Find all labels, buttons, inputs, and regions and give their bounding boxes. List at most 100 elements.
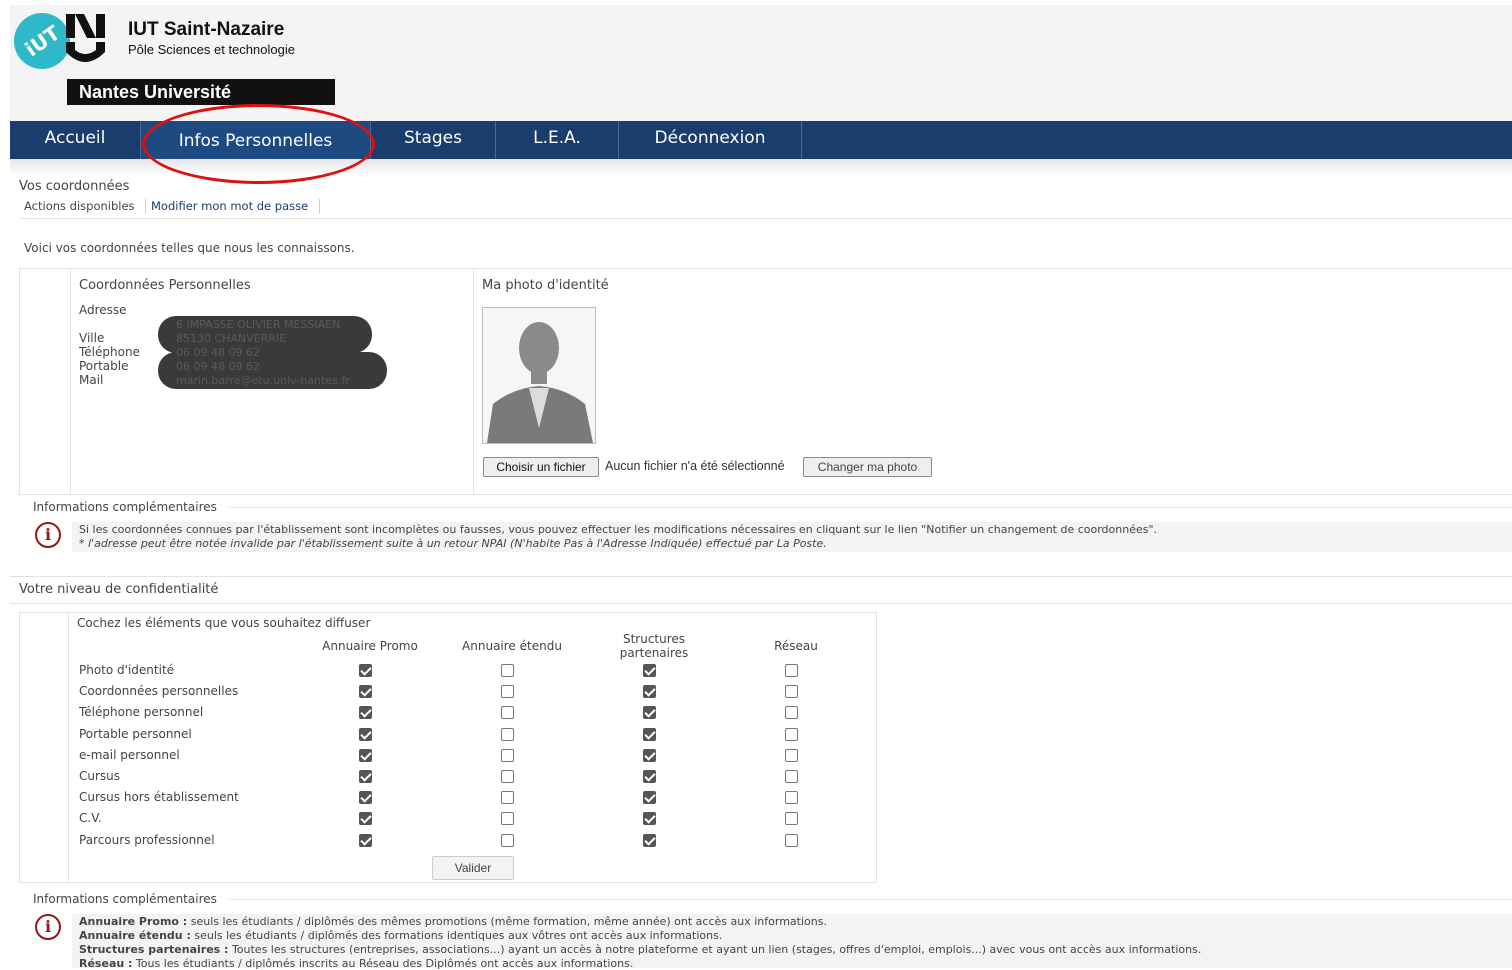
info-desc: Tous les étudiants / diplômés inscrits a… xyxy=(135,957,634,970)
info-icon: i xyxy=(35,914,61,940)
mail-value: marin.barre@etu.univ-nantes.fr xyxy=(176,374,350,387)
privacy-checkbox[interactable] xyxy=(643,706,656,720)
section-title-confidentialite: Votre niveau de confidentialité xyxy=(19,582,219,597)
validate-button[interactable]: Valider xyxy=(432,856,514,880)
privacy-checkbox[interactable] xyxy=(785,748,798,762)
city-value: 85130 CHANVERRIE xyxy=(176,332,287,345)
info-text-line2: * l'adresse peut être notée invalide par… xyxy=(79,537,827,550)
privacy-checkbox[interactable] xyxy=(643,833,656,847)
site-title: IUT Saint-Nazaire xyxy=(128,19,285,40)
actions-label: Actions disponibles xyxy=(24,199,135,213)
privacy-row-label: Téléphone personnel xyxy=(79,705,204,720)
privacy-row-label: Cursus xyxy=(79,769,121,783)
address-value: 6 IMPASSE OLIVIER MESSIAEN xyxy=(176,318,341,331)
privacy-checkbox[interactable] xyxy=(359,748,372,762)
label-portable: Portable xyxy=(79,359,129,373)
privacy-checkbox[interactable] xyxy=(785,791,798,805)
no-file-text: Aucun fichier n'a été sélectionné xyxy=(605,459,785,473)
privacy-checkbox[interactable] xyxy=(501,812,514,826)
privacy-checkbox[interactable] xyxy=(643,727,656,741)
divider xyxy=(19,268,1512,269)
privacy-checkbox[interactable] xyxy=(359,664,372,677)
nav-item-accueil[interactable]: Accueil xyxy=(10,121,141,159)
divider xyxy=(19,882,876,883)
privacy-checkbox[interactable] xyxy=(359,727,372,741)
privacy-checkbox[interactable] xyxy=(501,685,514,699)
divider xyxy=(19,268,20,494)
info-text-line1: Si les coordonnées connues par l'établis… xyxy=(79,523,1158,536)
choose-file-button[interactable]: Choisir un fichier xyxy=(483,457,599,477)
privacy-row-label: Parcours professionnel xyxy=(79,832,215,847)
privacy-checkbox[interactable] xyxy=(785,706,798,720)
change-password-link[interactable]: Modifier mon mot de passe xyxy=(151,199,308,213)
label-mail: Mail xyxy=(79,373,104,387)
privacy-checkbox[interactable] xyxy=(501,664,514,677)
privacy-row-label: e-mail personnel xyxy=(79,747,180,762)
highlight-circle xyxy=(142,104,375,184)
privacy-row-label: C.V. xyxy=(79,811,102,826)
info-icon: i xyxy=(35,522,61,548)
privacy-checkbox[interactable] xyxy=(785,812,798,826)
info-desc: seuls les étudiants / diplômés des mêmes… xyxy=(190,915,827,928)
nantes-logo-icon xyxy=(66,14,105,62)
privacy-checkbox[interactable] xyxy=(359,833,372,847)
info-item: Réseau : Tous les étudiants / diplômés i… xyxy=(79,957,633,970)
mobile-value: 06 09 48 09 62 xyxy=(176,360,260,373)
divider xyxy=(10,576,1512,577)
info-item: Annuaire Promo : seuls les étudiants / d… xyxy=(79,915,827,928)
university-badge: Nantes Université xyxy=(67,79,335,105)
privacy-checkbox[interactable] xyxy=(501,833,514,847)
divider xyxy=(229,507,1512,508)
privacy-checkbox[interactable] xyxy=(359,770,372,783)
privacy-checkbox[interactable] xyxy=(643,685,656,699)
privacy-instruction: Cochez les éléments que vous souhaitez d… xyxy=(77,616,371,630)
privacy-checkbox[interactable] xyxy=(643,770,656,783)
privacy-checkbox[interactable] xyxy=(501,706,514,720)
divider xyxy=(19,494,1512,495)
privacy-checkbox[interactable] xyxy=(643,664,656,677)
info-term: Annuaire étendu : xyxy=(79,929,191,942)
iut-logo-icon: iUT xyxy=(14,13,70,69)
info-item: Structures partenaires : Toutes les stru… xyxy=(79,943,1201,956)
personal-heading: Coordonnées Personnelles xyxy=(79,278,251,293)
privacy-checkbox[interactable] xyxy=(785,685,798,699)
privacy-row-label: Photo d'identité xyxy=(79,663,175,677)
info-desc: Toutes les structures (entreprises, asso… xyxy=(231,943,1202,956)
privacy-checkbox[interactable] xyxy=(643,748,656,762)
info-term: Réseau : xyxy=(79,957,133,970)
privacy-checkbox[interactable] xyxy=(785,727,798,741)
privacy-checkbox[interactable] xyxy=(501,748,514,762)
photo-heading: Ma photo d'identité xyxy=(482,278,609,293)
nav-item-deconnexion[interactable]: Déconnexion xyxy=(619,121,802,159)
privacy-checkbox[interactable] xyxy=(785,664,798,677)
column-header-structures-partenaires: Structures partenaires xyxy=(619,632,689,660)
privacy-checkbox[interactable] xyxy=(359,812,372,826)
privacy-checkbox[interactable] xyxy=(501,791,514,805)
divider xyxy=(19,218,1512,219)
privacy-checkbox[interactable] xyxy=(785,770,798,783)
section-title-coordonnees: Vos coordonnées xyxy=(19,179,130,194)
nav-item-lea[interactable]: L.E.A. xyxy=(496,121,619,159)
user-silhouette-icon xyxy=(487,322,593,443)
nav-item-stages[interactable]: Stages xyxy=(371,121,496,159)
divider xyxy=(319,199,320,214)
column-header-annuaire-promo: Annuaire Promo xyxy=(322,639,418,653)
info-term: Structures partenaires : xyxy=(79,943,229,956)
privacy-checkbox[interactable] xyxy=(359,706,372,720)
label-telephone: Téléphone xyxy=(79,345,140,359)
divider xyxy=(19,612,876,613)
column-header-reseau: Réseau xyxy=(774,639,818,653)
info-desc: seuls les étudiants / diplômés des forma… xyxy=(194,929,723,942)
privacy-checkbox[interactable] xyxy=(643,791,656,805)
privacy-checkbox[interactable] xyxy=(501,727,514,741)
divider xyxy=(10,603,1512,604)
privacy-checkbox[interactable] xyxy=(501,770,514,783)
change-photo-button[interactable]: Changer ma photo xyxy=(803,457,932,477)
privacy-checkbox[interactable] xyxy=(359,791,372,805)
id-photo xyxy=(482,307,596,444)
intro-text: Voici vos coordonnées telles que nous le… xyxy=(24,241,355,255)
privacy-checkbox[interactable] xyxy=(643,812,656,826)
privacy-checkbox[interactable] xyxy=(359,685,372,699)
info-item: Annuaire étendu : seuls les étudiants / … xyxy=(79,929,722,942)
privacy-checkbox[interactable] xyxy=(785,833,798,847)
